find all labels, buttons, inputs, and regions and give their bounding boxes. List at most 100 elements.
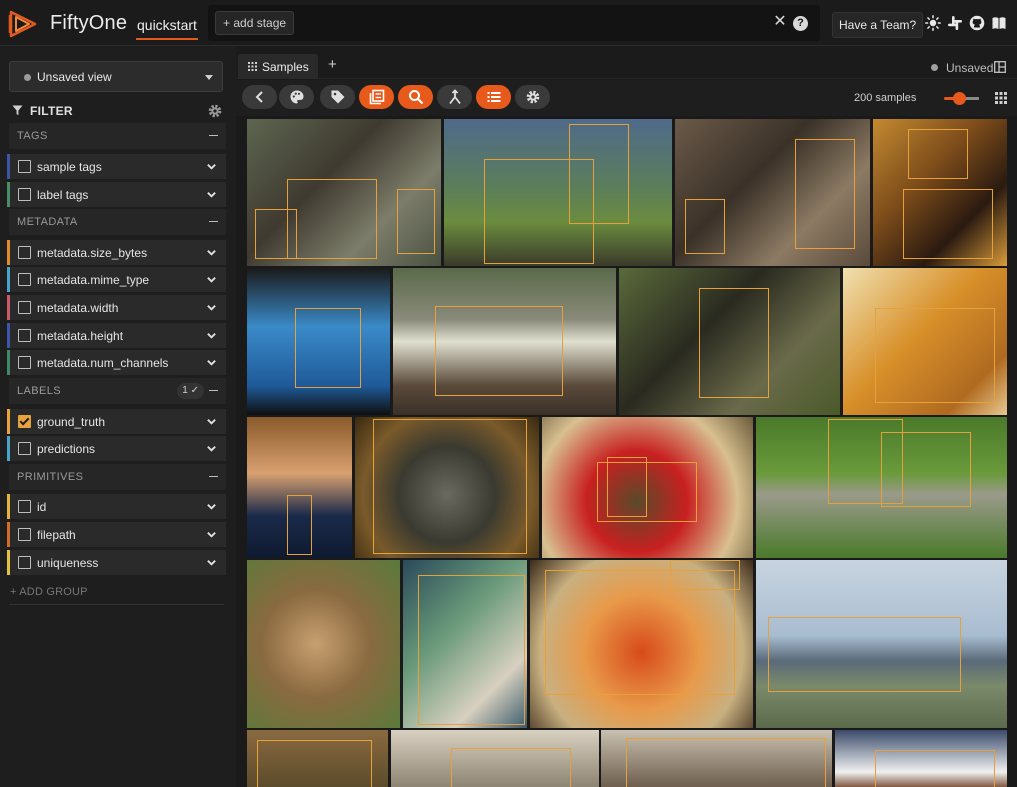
book-icon[interactable] (991, 15, 1007, 31)
fiftyone-logo-icon[interactable] (8, 9, 38, 39)
sample-tile-cat-2[interactable] (391, 730, 599, 787)
field-row-uniqueness[interactable]: uniqueness (7, 550, 226, 575)
field-checkbox[interactable] (18, 329, 31, 342)
tag-button[interactable] (320, 85, 355, 109)
view-stage-bar[interactable]: + add stage ✕ ? (208, 5, 820, 41)
sun-icon[interactable] (925, 15, 941, 31)
github-icon[interactable] (969, 15, 985, 31)
help-icon[interactable]: ? (793, 16, 808, 31)
sample-tile-man[interactable] (247, 417, 352, 558)
field-checkbox[interactable] (18, 273, 31, 286)
embeddings-button[interactable] (437, 85, 472, 109)
field-row-label-tags[interactable]: label tags (7, 182, 226, 207)
sample-tile-plate[interactable] (542, 417, 753, 558)
ground-truth-bbox (257, 740, 372, 787)
dataset-selector[interactable]: quickstart (137, 17, 197, 33)
field-row-sample-tags[interactable]: sample tags (7, 154, 226, 179)
sample-tile-dinner-table[interactable] (873, 119, 1007, 266)
sample-tile-cow[interactable] (619, 268, 840, 415)
field-row-width[interactable]: metadata.width (7, 295, 226, 320)
group-header-labels[interactable]: LABELS 1 ✓ (9, 378, 226, 404)
sample-tile-horse-rider[interactable] (444, 119, 672, 266)
view-selector[interactable]: Unsaved view (9, 61, 223, 92)
chevron-down-icon[interactable] (206, 416, 217, 427)
chevron-down-icon[interactable] (206, 529, 217, 540)
field-row-num-channels[interactable]: metadata.num_channels (7, 350, 226, 375)
slack-icon[interactable] (947, 15, 963, 31)
group-header-primitives[interactable]: PRIMITIVES (9, 464, 226, 490)
sample-tile-turkey[interactable] (247, 119, 441, 266)
field-checkbox[interactable] (18, 528, 31, 541)
sample-tile-dog-2[interactable] (835, 730, 1007, 787)
group-header-tags[interactable]: TAGS (9, 123, 226, 149)
field-checkbox[interactable] (18, 301, 31, 314)
add-group-button[interactable]: + ADD GROUP (10, 586, 88, 598)
add-stage-button[interactable]: + add stage (215, 11, 295, 35)
chevron-down-icon[interactable] (206, 302, 217, 313)
chevron-down-icon[interactable] (206, 501, 217, 512)
color-scheme-button[interactable] (279, 85, 314, 109)
gallery-toolbar: 200 samples (236, 80, 1017, 116)
collapse-icon[interactable] (209, 221, 218, 222)
sample-tile-sleeping-cat[interactable] (355, 417, 539, 558)
sample-tile-pizza[interactable] (530, 560, 753, 728)
have-a-team-button[interactable]: Have a Team? (832, 12, 924, 38)
similarity-search-button[interactable] (398, 85, 433, 109)
collapse-icon[interactable] (209, 390, 218, 391)
sample-tile-dogs[interactable] (756, 417, 1007, 558)
collapse-icon[interactable] (209, 135, 218, 136)
chevron-down-icon[interactable] (206, 274, 217, 285)
field-row-height[interactable]: metadata.height (7, 323, 226, 348)
grid-view-icon[interactable] (995, 92, 1007, 104)
list-view-button[interactable] (476, 85, 511, 109)
gear-icon[interactable] (207, 103, 223, 119)
collapse-icon[interactable] (209, 476, 218, 477)
field-label: metadata.num_channels (37, 356, 169, 370)
field-row-mime-type[interactable]: metadata.mime_type (7, 267, 226, 292)
split-layout-icon[interactable] (994, 61, 1006, 73)
sample-tile-cats[interactable] (675, 119, 870, 266)
field-row-predictions[interactable]: predictions (7, 436, 226, 461)
field-checkbox[interactable] (18, 415, 31, 428)
field-row-ground-truth[interactable]: ground_truth (7, 409, 226, 434)
sample-tile-train[interactable] (393, 268, 616, 415)
field-checkbox[interactable] (18, 500, 31, 513)
field-checkbox[interactable] (18, 160, 31, 173)
ground-truth-bbox (626, 738, 826, 787)
field-checkbox[interactable] (18, 356, 31, 369)
sample-tile-cake[interactable] (247, 268, 390, 415)
sample-tile-bear[interactable] (247, 560, 400, 728)
sample-tile-airplane[interactable] (756, 560, 1007, 728)
chevron-down-icon[interactable] (206, 357, 217, 368)
sample-tile-bear-2[interactable] (247, 730, 388, 787)
sample-tile-teddy[interactable] (403, 560, 527, 728)
brand-name[interactable]: FiftyOne (50, 12, 127, 35)
field-checkbox[interactable] (18, 246, 31, 259)
chevron-down-icon[interactable] (206, 161, 217, 172)
close-icon[interactable]: ✕ (771, 13, 789, 31)
select-samples-button[interactable] (359, 85, 394, 109)
add-tab-button[interactable]: + (328, 56, 337, 73)
zoom-slider-knob[interactable] (953, 92, 966, 105)
field-checkbox[interactable] (18, 188, 31, 201)
sample-tile-orange-cat[interactable] (843, 268, 1007, 415)
chevron-down-icon[interactable] (206, 189, 217, 200)
sample-gallery[interactable] (247, 119, 1017, 787)
field-checkbox[interactable] (18, 556, 31, 569)
chevron-down-icon[interactable] (206, 330, 217, 341)
settings-button[interactable] (515, 85, 550, 109)
field-row-id[interactable]: id (7, 494, 226, 519)
back-button[interactable] (242, 85, 277, 109)
field-color-swatch (7, 323, 10, 348)
zoom-slider[interactable] (944, 92, 979, 105)
sample-tile-bears-rocks[interactable] (601, 730, 832, 787)
chevron-down-icon[interactable] (206, 443, 217, 454)
tab-samples[interactable]: Samples (238, 54, 318, 79)
chevron-down-icon[interactable] (206, 247, 217, 258)
field-checkbox[interactable] (18, 442, 31, 455)
chevron-down-icon[interactable] (206, 557, 217, 568)
group-header-metadata[interactable]: METADATA (9, 209, 226, 235)
field-row-filepath[interactable]: filepath (7, 522, 226, 547)
field-row-size-bytes[interactable]: metadata.size_bytes (7, 240, 226, 265)
group-title: TAGS (17, 130, 48, 142)
